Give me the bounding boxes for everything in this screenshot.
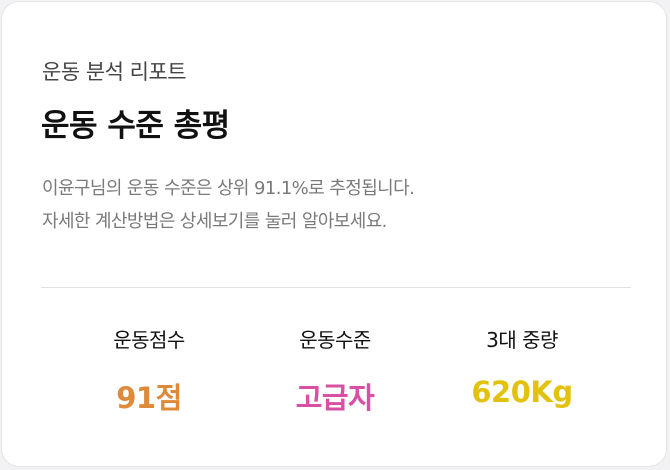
- description-line: 자세한 계산방법은 상세보기를 눌러 알아보세요.: [42, 211, 387, 232]
- report-subtitle: 운동 분석 리포트: [42, 60, 187, 84]
- description-line: 이윤구님의 운동 수준은 상위 91.1%로 추정됩니다.: [42, 178, 415, 199]
- stat-value: 620Kg: [471, 375, 573, 409]
- stat-exercise-level: 운동수준 고급자: [240, 324, 430, 417]
- report-description: 이윤구님의 운동 수준은 상위 91.1%로 추정됩니다. 자세한 계산방법은 …: [42, 172, 415, 238]
- stat-label: 운동점수: [113, 328, 185, 352]
- stat-value: 고급자: [295, 381, 375, 415]
- stat-value: 91점: [116, 381, 182, 415]
- report-title: 운동 수준 총평: [41, 108, 230, 144]
- stat-label: 운동수준: [299, 328, 371, 352]
- stat-label: 3대 중량: [486, 328, 558, 352]
- stat-exercise-score: 운동점수 91점: [54, 324, 244, 417]
- report-card: 운동 분석 리포트 운동 수준 총평 이윤구님의 운동 수준은 상위 91.1%…: [1, 1, 667, 467]
- stat-big3-weight: 3대 중량 620Kg: [427, 324, 617, 409]
- divider: [41, 287, 631, 288]
